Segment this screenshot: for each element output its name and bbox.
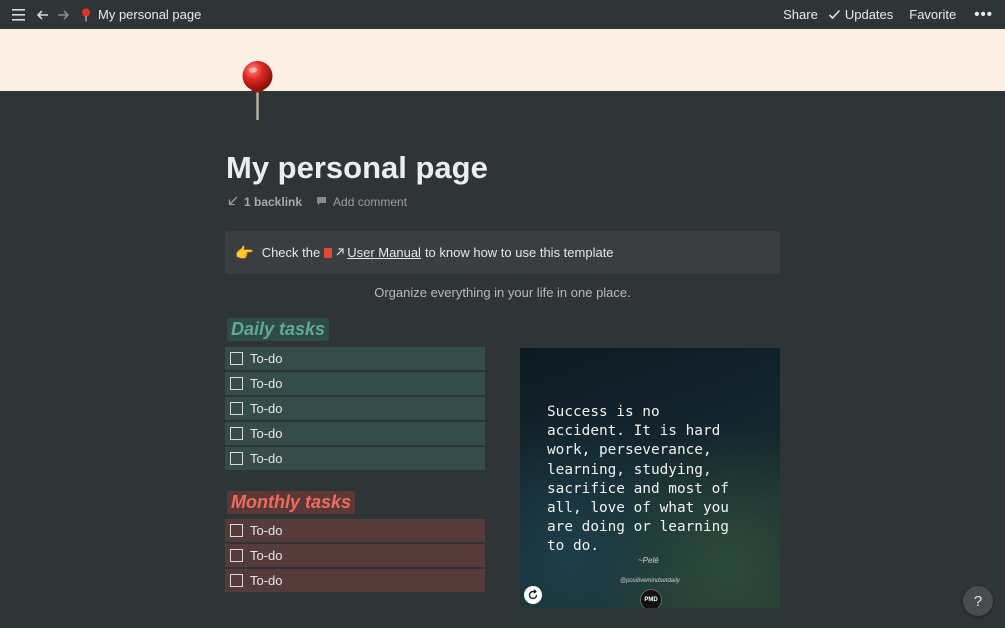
checkbox[interactable]: [230, 574, 243, 587]
monthly-tasks-heading: Monthly tasks: [227, 491, 356, 514]
page-title[interactable]: My personal page: [226, 150, 488, 186]
daily-tasks-heading: Daily tasks: [227, 318, 330, 341]
updates-button[interactable]: Updates: [828, 7, 893, 22]
quote-handle: @positivemindsetdaily: [620, 578, 680, 584]
todo-item[interactable]: To-do: [225, 569, 485, 592]
breadcrumb[interactable]: My personal page: [80, 7, 201, 22]
quote-author: ~Pelé: [638, 556, 659, 565]
checkbox[interactable]: [230, 352, 243, 365]
todo-label: To-do: [250, 451, 283, 466]
page-subtitle: Organize everything in your life in one …: [374, 285, 631, 300]
daily-task-list: To-do To-do To-do To-do To-do: [225, 347, 485, 472]
more-options-icon[interactable]: •••: [974, 6, 993, 23]
pointing-hand-icon: 👉: [235, 244, 254, 262]
refresh-icon[interactable]: [524, 586, 542, 604]
add-comment-label: Add comment: [333, 195, 408, 209]
add-comment-button[interactable]: Add comment: [316, 195, 407, 209]
checkbox[interactable]: [230, 452, 243, 465]
page-meta: 1 backlink Add comment: [228, 195, 407, 209]
top-bar: My personal page Share Updates Favorite …: [0, 0, 1005, 29]
callout-block[interactable]: 👉 Check the User Manual to know how to u…: [225, 231, 780, 274]
todo-label: To-do: [250, 376, 283, 391]
check-icon: [828, 8, 841, 21]
todo-label: To-do: [250, 401, 283, 416]
checkbox[interactable]: [230, 377, 243, 390]
breadcrumb-page-title: My personal page: [98, 7, 202, 22]
checkbox[interactable]: [230, 549, 243, 562]
quote-text: Success is no accident. It is hard work,…: [547, 404, 729, 555]
backlink-button[interactable]: 1 backlink: [228, 195, 302, 209]
share-button[interactable]: Share: [783, 7, 818, 22]
checkbox[interactable]: [230, 402, 243, 415]
pushpin-page-icon[interactable]: [240, 60, 276, 122]
todo-item[interactable]: To-do: [225, 397, 485, 420]
updates-label: Updates: [844, 7, 894, 22]
todo-label: To-do: [250, 351, 283, 366]
forward-arrow-icon[interactable]: [54, 6, 72, 24]
pushpin-icon: [80, 8, 92, 22]
callout-suffix: to know how to use this template: [424, 245, 614, 260]
menu-icon[interactable]: [10, 6, 28, 24]
backlink-arrow-icon: [228, 195, 238, 209]
checkbox[interactable]: [230, 427, 243, 440]
monthly-task-list: To-do To-do To-do: [225, 519, 485, 594]
page-cover[interactable]: [0, 29, 1005, 91]
todo-label: To-do: [250, 426, 283, 441]
quote-image[interactable]: Success is no accident. It is hard work,…: [520, 348, 780, 608]
todo-item[interactable]: To-do: [225, 519, 485, 542]
link-arrow-icon: [335, 245, 345, 260]
favorite-button[interactable]: Favorite: [909, 7, 956, 22]
pmd-logo: PMD: [640, 589, 662, 608]
todo-label: To-do: [250, 573, 283, 588]
back-arrow-icon[interactable]: [34, 6, 52, 24]
todo-item[interactable]: To-do: [225, 347, 485, 370]
todo-label: To-do: [250, 523, 283, 538]
backlink-count: 1 backlink: [244, 195, 303, 209]
book-icon: [324, 247, 333, 258]
help-button[interactable]: ?: [963, 586, 993, 616]
callout-prefix: Check the: [261, 245, 321, 260]
comment-icon: [316, 195, 327, 209]
todo-item[interactable]: To-do: [225, 422, 485, 445]
todo-item[interactable]: To-do: [225, 544, 485, 567]
todo-item[interactable]: To-do: [225, 372, 485, 395]
user-manual-link[interactable]: User Manual: [347, 245, 421, 260]
checkbox[interactable]: [230, 524, 243, 537]
todo-label: To-do: [250, 548, 283, 563]
todo-item[interactable]: To-do: [225, 447, 485, 470]
